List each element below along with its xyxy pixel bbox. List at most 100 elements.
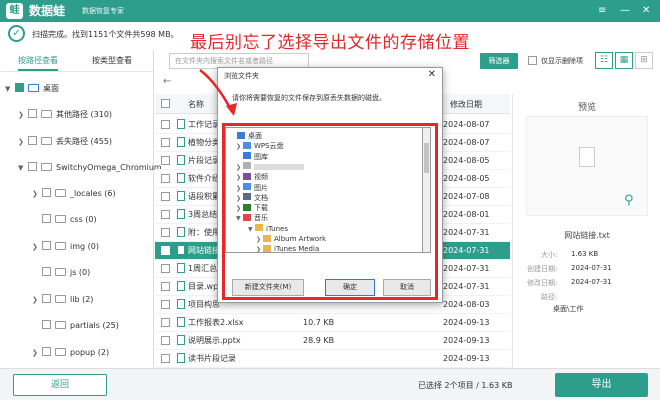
tree-item-css[interactable]: css (0) <box>42 213 97 227</box>
tree-item-desktop[interactable]: ▼ 桌面 <box>5 82 59 96</box>
menu-icon[interactable]: ≡ <box>598 3 606 19</box>
row-checkbox[interactable] <box>161 246 170 255</box>
file-date: 2024-08-07 <box>443 120 490 129</box>
file-name: 片段记录 <box>188 156 220 165</box>
row-checkbox[interactable] <box>161 264 170 273</box>
export-button[interactable]: 导出 <box>555 373 648 397</box>
folder-icon <box>41 136 52 145</box>
folder-icon <box>263 234 271 242</box>
col-name[interactable]: 名称 <box>188 99 204 110</box>
created-value: 2024-07-31 <box>571 264 612 272</box>
tree-item-popup[interactable]: ❯ popup (2) <box>32 346 109 360</box>
row-checkbox[interactable] <box>161 138 170 147</box>
select-all-checkbox[interactable] <box>161 99 170 108</box>
thumbnail-view-icon[interactable]: ⊞ <box>635 52 653 69</box>
row-checkbox[interactable] <box>161 228 170 237</box>
tree-label: popup (2) <box>70 348 110 357</box>
tree-item-locales[interactable]: ❯ _locales (6) <box>32 187 116 201</box>
back-button[interactable]: 返回 <box>13 374 107 396</box>
folder-icon <box>55 294 66 303</box>
file-date: 2024-08-01 <box>443 210 490 219</box>
scan-status-text: 扫描完成。找到1151个文件共598 MB。 <box>32 30 179 39</box>
tree-checkbox[interactable] <box>42 347 51 356</box>
col-modified[interactable]: 修改日期 <box>450 99 482 110</box>
new-folder-button[interactable]: 新建文件夹(M) <box>232 279 304 296</box>
filter-button[interactable]: 筛选器 <box>480 53 518 69</box>
left-panel: 按路径查看 按类型查看 ▼ 桌面 ❯ 其他路径 (310) ❯ 丢失路径 (455) … <box>0 50 162 368</box>
folder-tree-scrollbar[interactable] <box>423 127 431 253</box>
ok-button[interactable]: 确定 <box>325 279 375 296</box>
row-checkbox[interactable] <box>161 354 170 363</box>
row-checkbox[interactable] <box>161 336 170 345</box>
table-row[interactable]: 工作报表2.xlsx 10.7 KB 2024-09-13 <box>155 314 510 332</box>
tree-checkbox[interactable] <box>28 136 37 145</box>
tree-item-lib[interactable]: ❯ lib (2) <box>32 293 93 307</box>
tree-item-js[interactable]: js (0) <box>42 266 90 280</box>
tree-item-switchyomega[interactable]: ▼ SwitchyOmega_Chromium <box>18 161 162 175</box>
folder-icon <box>243 203 251 211</box>
scroll-thumb[interactable] <box>424 143 429 173</box>
dialog-close-icon[interactable]: ✕ <box>428 69 436 80</box>
tree-checkbox[interactable] <box>42 214 51 223</box>
folder-label: iTunes Media <box>274 245 320 253</box>
tree-checkbox[interactable] <box>15 83 24 92</box>
tree-checkbox[interactable] <box>42 320 51 329</box>
table-row[interactable]: 读书片段记录 2024-09-13 <box>155 350 510 368</box>
tree-item-partials[interactable]: partials (25) <box>42 319 119 333</box>
app-name: 数据蛙 <box>29 4 66 18</box>
tree-checkbox[interactable] <box>42 241 51 250</box>
file-icon <box>177 226 185 237</box>
folder-icon <box>237 131 245 139</box>
tree-checkbox[interactable] <box>42 188 51 197</box>
folder-icon <box>55 188 66 197</box>
minimize-icon[interactable]: — <box>620 3 630 19</box>
tree-item-img[interactable]: ❯ img (0) <box>32 240 99 254</box>
tree-label: partials (25) <box>70 321 119 330</box>
row-checkbox[interactable] <box>161 174 170 183</box>
tree-label: img (0) <box>70 242 99 251</box>
file-date: 2024-07-31 <box>443 228 490 237</box>
row-checkbox[interactable] <box>161 210 170 219</box>
tree-checkbox[interactable] <box>42 294 51 303</box>
folder-label: 音乐 <box>254 214 268 223</box>
folder-icon <box>243 172 251 180</box>
grid-view-icon[interactable]: ▦ <box>615 52 633 69</box>
selection-summary: 已选择 2个项目 / 1.63 KB <box>418 381 513 390</box>
folder-icon <box>243 193 251 201</box>
file-size: 10.7 KB <box>303 318 335 327</box>
tree-checkbox[interactable] <box>28 162 37 171</box>
tree-item-lost[interactable]: ❯ 丢失路径 (455) <box>18 135 112 149</box>
tree-label: lib (2) <box>70 295 94 304</box>
cancel-button[interactable]: 取消 <box>383 279 431 296</box>
row-checkbox[interactable] <box>161 300 170 309</box>
show-deleted-toggle[interactable]: 仅显示删除项 <box>528 55 583 66</box>
tree-item-other[interactable]: ❯ 其他路径 (310) <box>18 108 112 122</box>
row-checkbox[interactable] <box>161 192 170 201</box>
close-icon[interactable]: ✕ <box>642 3 650 19</box>
tree-checkbox[interactable] <box>42 267 51 276</box>
bottom-bar: 返回 已选择 2个项目 / 1.63 KB 导出 <box>0 368 660 400</box>
folder-label: 视频 <box>254 173 268 182</box>
row-checkbox[interactable] <box>161 282 170 291</box>
zoom-icon[interactable]: ⚲ <box>624 193 634 208</box>
list-view-icon[interactable]: ☷ <box>595 52 613 69</box>
folder-tree[interactable]: 桌面 ❯ WPS云盘 图库 ❯ ❯ 视频 ❯ 图片 ❯ 文档 ❯ 下载 ▼ 音乐 ▼ iTunes ❯ Album … <box>225 127 423 253</box>
row-checkbox[interactable] <box>161 156 170 165</box>
folder-icon <box>263 244 271 252</box>
tab-path-view[interactable]: 按路径查看 <box>18 55 58 71</box>
row-checkbox[interactable] <box>161 318 170 327</box>
file-icon <box>177 262 185 273</box>
folder-icon <box>243 183 251 190</box>
table-row[interactable]: 说明展示.pptx 28.9 KB 2024-09-13 <box>155 332 510 350</box>
tab-type-view[interactable]: 按类型查看 <box>92 55 132 66</box>
row-checkbox[interactable] <box>161 120 170 129</box>
tree-checkbox[interactable] <box>28 109 37 118</box>
file-date: 2024-07-31 <box>443 282 490 291</box>
file-icon <box>177 244 185 255</box>
dialog-message: 请你将需要恢复的文件保存到原丢失数据的磁盘。 <box>232 94 386 102</box>
back-arrow-icon[interactable]: ← <box>163 76 171 87</box>
show-deleted-checkbox[interactable] <box>528 55 537 65</box>
file-icon <box>177 316 185 327</box>
folder-item[interactable]: ❯ iTunes Media <box>256 244 320 253</box>
tree-label: js (0) <box>70 268 91 277</box>
